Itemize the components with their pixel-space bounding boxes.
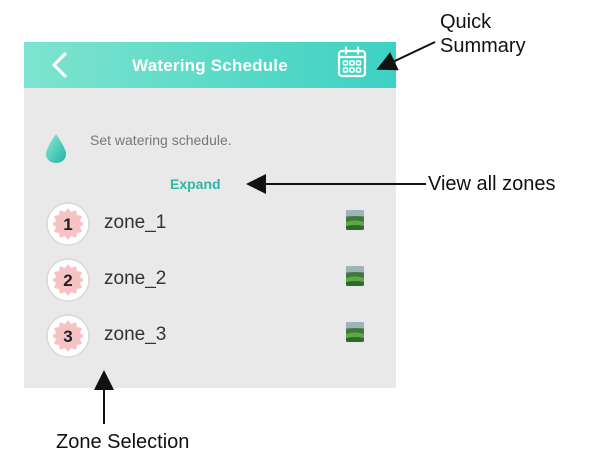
arrow-quick-summary <box>376 41 436 71</box>
annotation-arrows <box>94 41 436 424</box>
